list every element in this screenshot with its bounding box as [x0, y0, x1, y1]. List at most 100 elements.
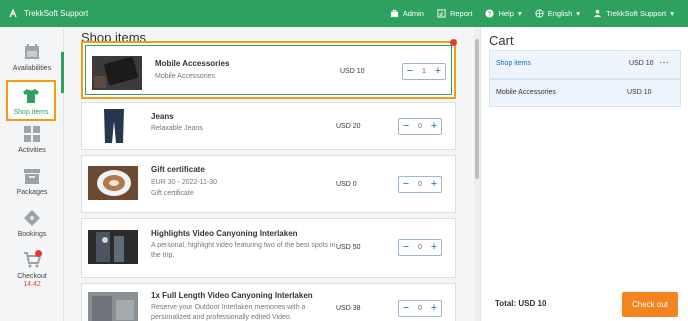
sidebar-item-label: Activities: [18, 147, 46, 154]
briefcase-icon: [390, 9, 398, 18]
quantity-value: 1: [422, 68, 426, 75]
item-price: USD 50: [336, 244, 361, 251]
quantity-value: 0: [418, 305, 422, 312]
sidebar-item-label: Packages: [16, 189, 48, 196]
cart-section-header[interactable]: Shop items USD 10 ···: [489, 50, 681, 79]
item-name: Highlights Video Canyoning Interlaken: [151, 229, 298, 238]
product-image: [92, 56, 142, 90]
main-content: Shop items Mobile Accessories Mobile Acc…: [64, 27, 474, 321]
brand[interactable]: TrekkSoft Support: [0, 8, 89, 19]
sidebar-item-availabilities[interactable]: Availabilities: [0, 43, 64, 72]
quantity-stepper[interactable]: − 0 +: [398, 300, 442, 317]
admin-menu[interactable]: Admin: [390, 9, 424, 18]
help-label: Help: [498, 9, 514, 18]
account-label: TrekkSoft Support: [606, 9, 667, 18]
item-price: USD 20: [336, 123, 361, 130]
cart-section-label: Shop items: [496, 60, 532, 67]
increment-button[interactable]: +: [427, 301, 441, 316]
box-icon: [24, 169, 40, 184]
quantity-value: 0: [418, 244, 422, 251]
quantity-stepper[interactable]: − 0 +: [398, 176, 442, 193]
sidebar-item-label: Availabilities: [12, 65, 52, 72]
scrollbar-thumb[interactable]: [475, 39, 479, 179]
decrement-button[interactable]: −: [403, 64, 417, 79]
checkout-button[interactable]: Check out: [622, 292, 678, 317]
sidebar-item-bookings[interactable]: Bookings: [0, 209, 64, 238]
item-price: USD 38: [336, 305, 361, 312]
shop-item-card[interactable]: 1x Full Length Video Canyoning Interlake…: [81, 283, 456, 321]
item-description: EUR 30 - 2022-11-30: [151, 179, 218, 186]
sidebar-item-label: Shop items: [13, 109, 49, 116]
increment-button[interactable]: +: [427, 119, 441, 134]
sidebar-item-label: Checkout: [17, 273, 47, 280]
product-image: [96, 109, 132, 143]
item-name: Jeans: [151, 112, 174, 121]
quantity-value: 0: [418, 123, 422, 130]
quantity-stepper[interactable]: − 0 +: [398, 239, 442, 256]
svg-text:?: ?: [488, 11, 492, 18]
notification-dot: [450, 39, 457, 46]
globe-icon: [535, 9, 544, 18]
user-icon: [593, 9, 602, 18]
report-menu[interactable]: Report: [437, 9, 473, 18]
brand-name: TrekkSoft Support: [24, 9, 89, 18]
cart-line-item: Mobile Accessories USD 10: [489, 79, 681, 107]
item-price: USD 0: [336, 181, 357, 188]
product-image: [88, 292, 138, 321]
ticket-icon: [24, 210, 40, 226]
more-options-icon[interactable]: ···: [659, 57, 669, 68]
quantity-value: 0: [418, 181, 422, 188]
sidebar-item-shop-items[interactable]: Shop items: [6, 80, 56, 121]
decrement-button[interactable]: −: [399, 301, 413, 316]
admin-label: Admin: [402, 9, 424, 18]
shop-item-card[interactable]: Gift certificate EUR 30 - 2022-11-30 Gif…: [81, 155, 456, 213]
sidebar-item-checkout[interactable]: Checkout 14:42: [0, 250, 64, 288]
cart-line-label: Mobile Accessories: [496, 89, 556, 96]
report-label: Report: [449, 9, 473, 18]
sidebar: Availabilities Shop items Activities Pac…: [0, 27, 64, 321]
account-menu[interactable]: TrekkSoft Support ▾: [593, 9, 674, 18]
calendar-icon: [25, 44, 39, 59]
language-label: English: [547, 9, 573, 18]
item-description: Relaxable Jeans: [151, 125, 203, 132]
increment-button[interactable]: +: [427, 240, 441, 255]
product-image: [88, 230, 138, 264]
quantity-stepper[interactable]: − 0 +: [398, 118, 442, 135]
cart-total: Total: USD 10: [495, 299, 547, 308]
report-icon: [437, 9, 446, 18]
sidebar-item-label: Bookings: [17, 231, 47, 238]
item-description-secondary: Gift certificate: [151, 190, 194, 197]
cart-title: Cart: [489, 33, 514, 48]
shop-item-card[interactable]: Jeans Relaxable Jeans USD 20 − 0 +: [81, 102, 456, 150]
cart-section-price: USD 10: [629, 60, 654, 67]
product-image: [88, 166, 138, 200]
item-name: Mobile Accessories: [155, 59, 230, 68]
item-description: Reserve your Outdoor Interlaken memories…: [151, 304, 306, 321]
top-bar: TrekkSoft Support Admin Report ? Help ▾ …: [0, 0, 688, 27]
item-price: USD 10: [340, 68, 365, 75]
sidebar-item-activities[interactable]: Activities: [0, 125, 64, 154]
chevron-down-icon: ▾: [517, 9, 522, 18]
cart-line-price: USD 10: [627, 89, 652, 96]
increment-button[interactable]: +: [427, 177, 441, 192]
checkout-timer: 14:42: [23, 281, 41, 288]
item-description: Mobile Accessories: [155, 73, 215, 80]
item-description: A personal, highlight video featuring tw…: [151, 242, 336, 259]
cart-panel: Cart Shop items USD 10 ··· Mobile Access…: [480, 27, 688, 321]
quantity-stepper[interactable]: − 1 +: [402, 63, 446, 80]
sidebar-item-packages[interactable]: Packages: [0, 167, 64, 196]
grid-icon: [24, 126, 40, 142]
chevron-down-icon: ▾: [670, 9, 674, 18]
help-menu[interactable]: ? Help ▾: [485, 9, 522, 18]
increment-button[interactable]: +: [431, 64, 445, 79]
item-name: 1x Full Length Video Canyoning Interlake…: [151, 291, 313, 300]
trekksoft-logo-icon: [9, 8, 17, 17]
shop-item-card[interactable]: Mobile Accessories Mobile Accessories US…: [81, 39, 457, 99]
decrement-button[interactable]: −: [399, 177, 413, 192]
tshirt-icon: [23, 89, 39, 103]
decrement-button[interactable]: −: [399, 240, 413, 255]
chevron-down-icon: ▾: [576, 9, 581, 18]
shop-item-card[interactable]: Highlights Video Canyoning Interlaken A …: [81, 218, 456, 278]
decrement-button[interactable]: −: [399, 119, 413, 134]
language-menu[interactable]: English ▾: [535, 9, 580, 18]
